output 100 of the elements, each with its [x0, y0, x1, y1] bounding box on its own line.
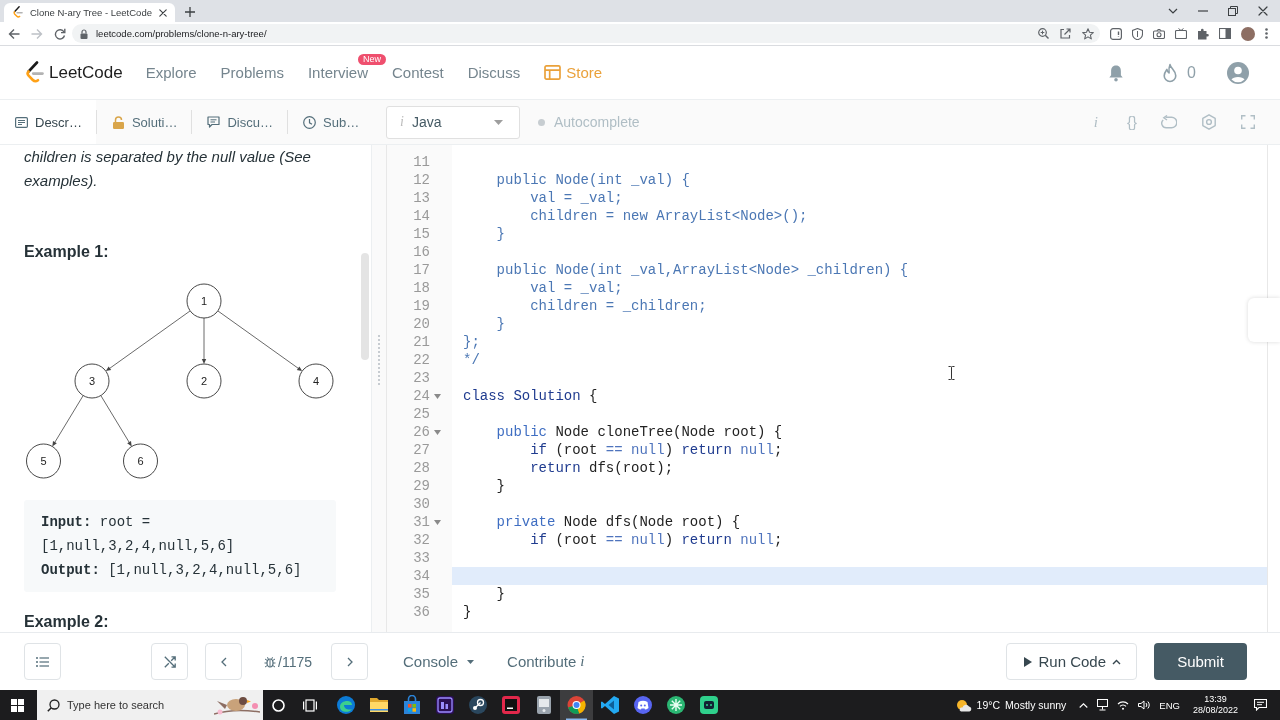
panel-tab[interactable]: Descr… [0, 100, 96, 144]
share-icon[interactable] [1060, 28, 1071, 39]
panel-tab[interactable]: Soluti… [96, 100, 192, 144]
line-number: 21 [413, 333, 430, 351]
speaker-icon[interactable] [1138, 700, 1151, 710]
logo-link[interactable]: LeetCode [24, 60, 123, 85]
flame-icon[interactable] [1162, 62, 1179, 83]
square-tile-icon[interactable] [434, 695, 455, 715]
code-line: public Node(int _val,ArrayList<Node> _children) { [495, 261, 909, 279]
nav-link[interactable]: Problems [220, 64, 284, 81]
star-icon[interactable] [1082, 27, 1094, 40]
list-icon [36, 656, 49, 667]
tree-edge [201, 317, 207, 364]
caret-down-icon [467, 659, 475, 664]
code-line: val = _val; [529, 279, 623, 297]
browser-tab[interactable]: Clone N-ary Tree - LeetCode [4, 3, 175, 22]
nav-link[interactable]: Contest [392, 64, 444, 81]
extension-icon[interactable] [1110, 27, 1122, 40]
nav-link[interactable]: Discuss [467, 64, 521, 81]
app-tile-icon[interactable] [500, 695, 521, 715]
console-button[interactable]: Console [403, 653, 475, 670]
user-avatar-icon[interactable] [1227, 61, 1249, 84]
panel-tab[interactable]: Sub… [288, 100, 374, 144]
tree-node: 1 [186, 283, 222, 319]
close-icon[interactable] [159, 8, 167, 17]
line-number: 24 [413, 387, 430, 405]
code-line: } [495, 585, 505, 603]
code-line: }; [463, 333, 480, 351]
fold-caret-icon[interactable] [434, 393, 441, 399]
line-number: 30 [413, 495, 430, 513]
fold-caret-icon[interactable] [434, 429, 441, 435]
swirl-icon[interactable] [335, 695, 356, 715]
contribute-button[interactable]: Contribute i [507, 653, 585, 670]
close-icon[interactable] [1258, 6, 1268, 16]
line-number: 33 [413, 549, 430, 567]
section-heading: Example 2: [24, 612, 110, 632]
line-number: 19 [413, 297, 430, 315]
camera-icon[interactable] [1153, 28, 1165, 39]
caret-down-icon[interactable] [1168, 8, 1178, 14]
address-field[interactable]: leetcode.com/problems/clone-n-ary-tree/ [72, 24, 1100, 43]
run-code-button[interactable]: Run Code [1006, 643, 1137, 680]
shield-icon[interactable] [1132, 27, 1143, 40]
side-panel-icon[interactable] [1219, 28, 1231, 39]
line-number: 15 [413, 225, 430, 243]
date-time-button[interactable]: 13:39 28/08/2022 [1192, 694, 1238, 716]
restore-icon[interactable] [1228, 6, 1238, 16]
window-panes-icon[interactable] [11, 698, 24, 712]
reload-icon[interactable] [54, 27, 66, 40]
circle-icon[interactable] [272, 698, 285, 712]
shuffle-icon [163, 655, 176, 668]
chevron-up-icon[interactable] [1079, 702, 1089, 708]
ribbon-icon[interactable] [599, 695, 620, 715]
bug-icon[interactable] [264, 655, 276, 668]
gamepad-face-icon[interactable] [632, 695, 653, 715]
tree-node: 2 [186, 363, 222, 399]
language-dropdown[interactable]: i Java [386, 105, 520, 139]
code-line: if (root == null) return null; [529, 441, 783, 459]
shuffle-button[interactable] [151, 643, 188, 680]
resize-handle[interactable] [378, 335, 380, 385]
nav-link[interactable]: Interview [307, 63, 368, 81]
zoom-in-icon[interactable] [1038, 28, 1049, 39]
line-number: 27 [413, 441, 430, 459]
weather-button[interactable]: 19°C Mostly sunny [955, 698, 1067, 712]
shop-icon [544, 65, 562, 80]
avatar-icon[interactable] [1241, 26, 1255, 41]
sun-cloud-icon [955, 698, 972, 712]
panel-tab[interactable]: Discu… [192, 100, 287, 144]
message-icon[interactable] [1254, 699, 1267, 711]
puzzle-piece-icon[interactable] [1197, 27, 1209, 40]
folder-icon[interactable] [368, 695, 389, 715]
document-icon [15, 116, 28, 128]
submit-button[interactable]: Submit [1154, 643, 1247, 680]
nav-link[interactable]: Explore [145, 64, 197, 81]
shopping-bag-icon[interactable] [401, 695, 422, 715]
search-field[interactable]: Type here to search [67, 699, 207, 711]
line-number: 34 [413, 567, 430, 585]
disc-logo-icon[interactable] [467, 695, 488, 715]
menu-icon[interactable] [1265, 28, 1268, 39]
round-app-icon[interactable] [665, 695, 686, 715]
line-number: 16 [413, 243, 430, 261]
monitor-icon[interactable] [1097, 699, 1109, 711]
robot-face-icon[interactable] [698, 695, 719, 715]
chevron-left-icon [220, 656, 227, 667]
stacked-windows-icon[interactable] [303, 698, 317, 712]
back-arrow-icon[interactable] [8, 27, 20, 40]
code-line: class Solution { [463, 387, 598, 405]
scrollbar-thumb[interactable] [361, 253, 369, 360]
input-language[interactable]: ENG [1159, 699, 1180, 711]
tree-edge [52, 395, 84, 447]
line-number: 11 [413, 153, 430, 171]
line-number: 12 [413, 171, 430, 189]
chat-icon [207, 116, 221, 128]
bell-icon[interactable] [1108, 63, 1125, 82]
line-number: 20 [413, 315, 430, 333]
new-tab-icon[interactable] [185, 7, 195, 17]
tv-icon[interactable] [1175, 28, 1187, 39]
line-number: 17 [413, 261, 430, 279]
fold-caret-icon[interactable] [434, 519, 441, 525]
code-line: public Node(int _val) { [495, 171, 690, 189]
wifi-icon[interactable] [1117, 700, 1130, 710]
